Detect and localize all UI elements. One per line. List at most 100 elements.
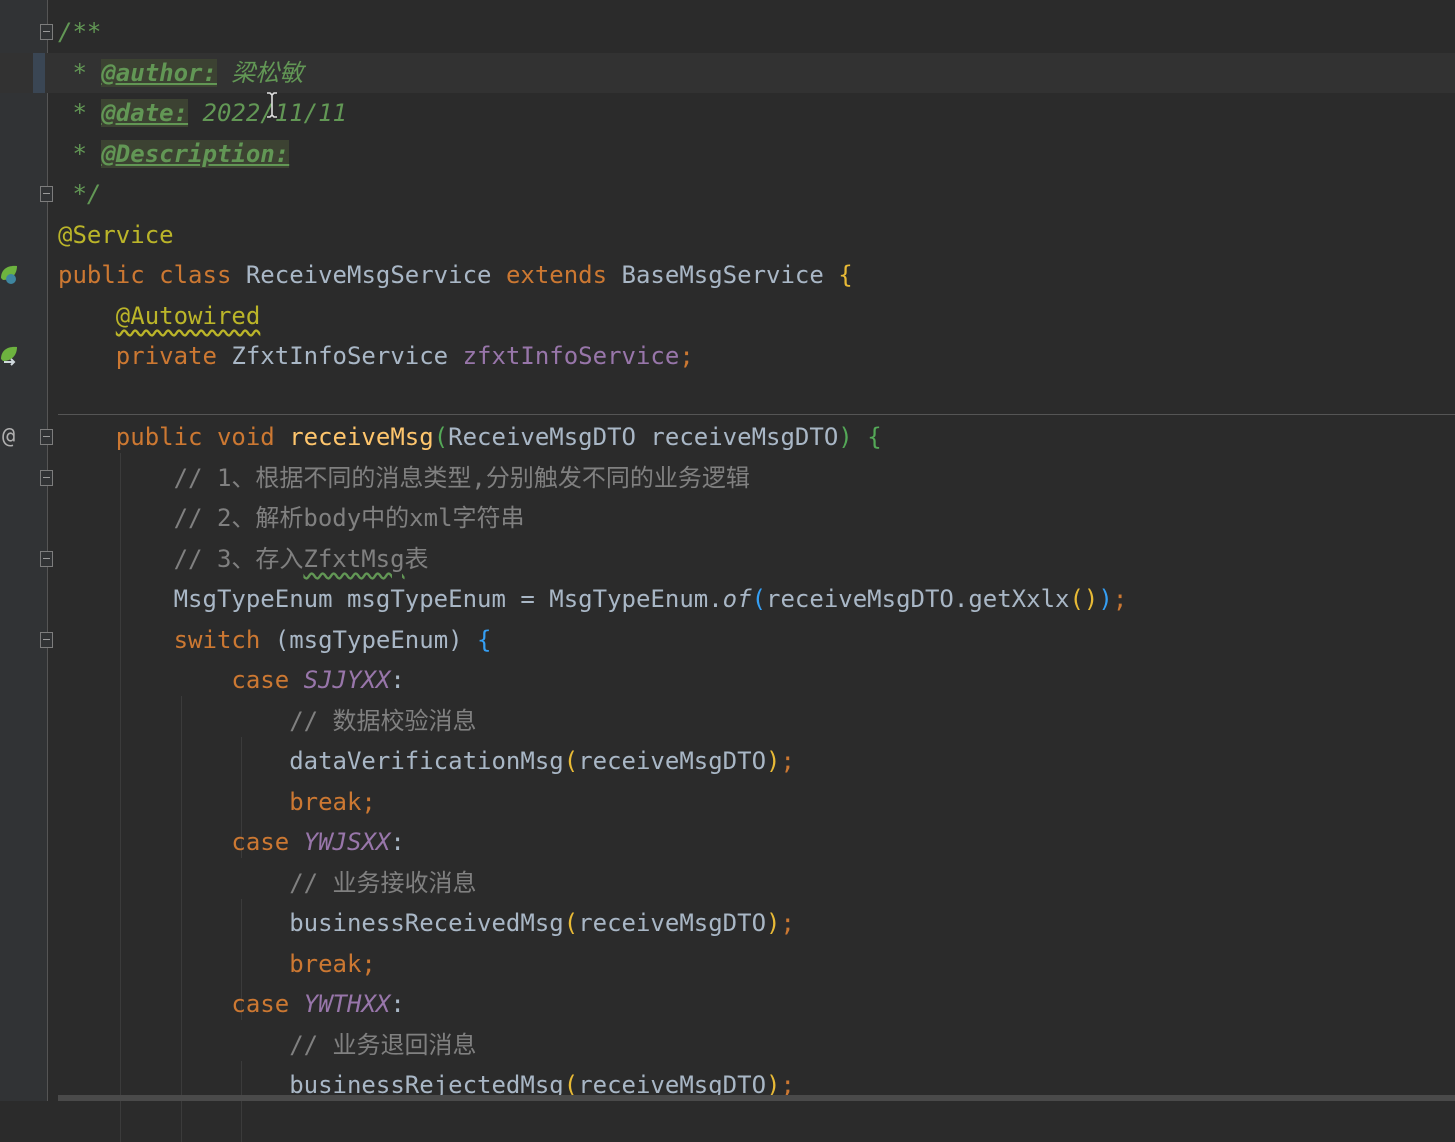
code-token: YWTHXX	[303, 990, 391, 1018]
code-token: // 1、根据不同的消息类型,分别触发不同的业务逻辑	[173, 464, 750, 492]
caret-row-marker	[33, 53, 45, 93]
code-token: SJJYXX	[303, 666, 391, 694]
code-token: *	[58, 99, 102, 127]
code-token: (	[751, 585, 767, 613]
code-token: @author:	[101, 59, 217, 87]
code-line[interactable]: public class ReceiveMsgService extends B…	[58, 255, 853, 295]
code-token: )	[766, 747, 781, 775]
code-token: {	[867, 423, 882, 451]
method-separator	[58, 414, 1455, 415]
code-line[interactable]: // 业务接收消息	[58, 863, 477, 903]
code-token: )	[838, 423, 853, 451]
code-line[interactable]: @Service	[58, 215, 174, 255]
code-token: )	[766, 909, 781, 937]
code-token: // 业务退回消息	[289, 1031, 477, 1059]
code-line[interactable]: break;	[58, 944, 376, 984]
code-token: @date:	[101, 99, 189, 127]
code-token: *	[58, 59, 102, 87]
code-token: case	[231, 828, 304, 856]
code-line[interactable]: case SJJYXX:	[58, 660, 404, 700]
code-token: ZfxtMsg	[303, 545, 405, 573]
code-editor[interactable]: /** * @author: 梁松敏 * @date: 2022/11/11 *…	[0, 0, 1455, 1142]
code-token: // 2、解析body中的xml字符串	[173, 504, 525, 532]
code-line[interactable]: // 数据校验消息	[58, 701, 477, 741]
code-token: ()	[1069, 585, 1099, 613]
code-token: break;	[289, 950, 376, 978]
code-line[interactable]: switch (msgTypeEnum) {	[58, 620, 492, 660]
code-line[interactable]: */	[58, 174, 101, 214]
code-line[interactable]: private ZfxtInfoService zfxtInfoService;	[58, 336, 694, 376]
override-marker-icon[interactable]: @	[2, 417, 15, 457]
horizontal-scrollbar[interactable]	[58, 1095, 1455, 1101]
fold-toggle-icon[interactable]	[40, 429, 53, 445]
code-token: BaseMsgService	[621, 261, 839, 289]
code-token: /**	[58, 18, 102, 46]
code-line[interactable]: // 1、根据不同的消息类型,分别触发不同的业务逻辑	[58, 458, 750, 498]
fold-toggle-icon[interactable]	[40, 632, 53, 648]
code-token: ReceiveMsgService	[245, 261, 506, 289]
code-line[interactable]: * @date: 2022/11/11	[58, 93, 347, 133]
code-line[interactable]: dataVerificationMsg(receiveMsgDTO);	[58, 741, 795, 781]
fold-toggle-icon[interactable]	[40, 551, 53, 567]
code-line[interactable]: break;	[58, 782, 376, 822]
fold-toggle-icon[interactable]	[40, 24, 53, 40]
code-token: ;	[780, 747, 795, 775]
code-token: @Service	[58, 221, 174, 249]
code-token: extends	[505, 261, 622, 289]
code-line[interactable]: * @author: 梁松敏	[58, 53, 303, 93]
text-cursor-icon	[267, 92, 277, 118]
fold-toggle-icon[interactable]	[40, 470, 53, 486]
code-line[interactable]: // 3、存入ZfxtMsg表	[58, 539, 429, 579]
code-token: break;	[289, 788, 376, 816]
code-token: receiveMsg	[289, 423, 434, 451]
code-line[interactable]: case YWTHXX:	[58, 984, 405, 1024]
code-token: 表	[404, 545, 429, 573]
code-line[interactable]: /**	[58, 12, 101, 52]
code-token: :	[390, 990, 405, 1018]
code-token: zfxtInfoService	[462, 342, 680, 370]
code-token: (	[563, 747, 579, 775]
code-token: ZfxtInfoService	[231, 342, 463, 370]
code-token: :	[390, 828, 405, 856]
code-token: {	[838, 261, 853, 289]
code-token: YWJSXX	[303, 828, 391, 856]
code-token: ReceiveMsgDTO receiveMsgDTO	[448, 423, 839, 451]
code-token: businessReceivedMsg	[58, 909, 564, 937]
spring-bean-icon[interactable]	[0, 264, 20, 286]
code-token: *	[58, 140, 102, 168]
code-line[interactable]: // 2、解析body中的xml字符串	[58, 498, 525, 538]
code-token: public void	[115, 423, 290, 451]
fold-toggle-icon[interactable]	[40, 186, 53, 202]
code-token: @Description:	[101, 140, 290, 168]
code-token: // 业务接收消息	[289, 869, 477, 897]
code-token: )	[1098, 585, 1113, 613]
code-line[interactable]: case YWJSXX:	[58, 822, 405, 862]
code-line[interactable]: businessReceivedMsg(receiveMsgDTO);	[58, 903, 795, 943]
code-token: case	[231, 666, 304, 694]
code-token: 梁松敏	[216, 59, 304, 87]
code-line[interactable]: @Autowired	[58, 296, 261, 336]
spring-injection-icon[interactable]	[0, 345, 20, 367]
code-token: // 数据校验消息	[289, 707, 477, 735]
code-token: {	[477, 626, 492, 654]
code-line[interactable]: public void receiveMsg(ReceiveMsgDTO rec…	[58, 417, 882, 457]
code-token: switch	[173, 626, 275, 654]
code-token: case	[231, 990, 304, 1018]
code-line[interactable]: MsgTypeEnum msgTypeEnum = MsgTypeEnum.of…	[58, 579, 1128, 619]
code-token: (msgTypeEnum)	[274, 626, 478, 654]
code-line[interactable]: // 业务退回消息	[58, 1025, 477, 1065]
code-line[interactable]: * @Description:	[58, 134, 290, 174]
code-token: public class	[58, 261, 246, 289]
